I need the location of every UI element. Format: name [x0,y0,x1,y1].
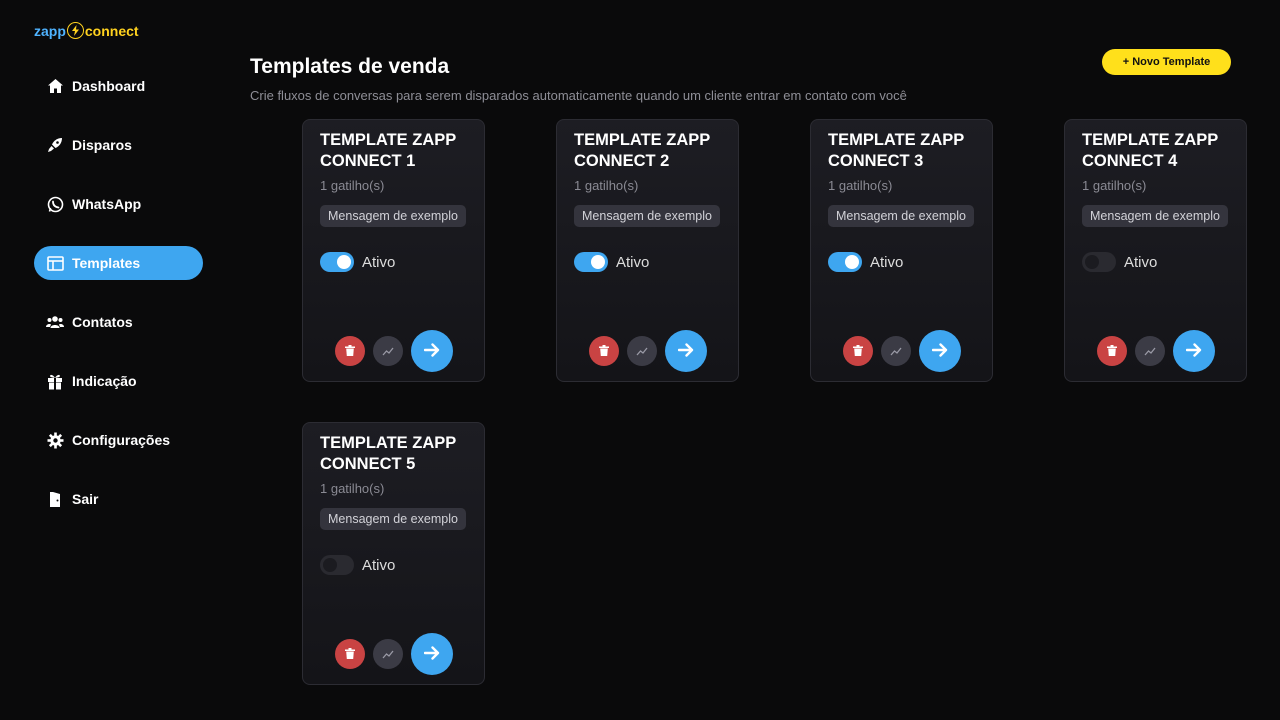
rocket-icon [46,136,64,154]
template-message-chip: Mensagem de exemplo [320,205,466,227]
open-template-button[interactable] [918,330,961,372]
template-card: TEMPLATE ZAPP CONNECT 3 1 gatilho(s) Men… [810,119,993,382]
sidebar-item-label: Templates [72,255,141,271]
toggle-label: Ativo [870,253,904,271]
open-template-button[interactable] [410,633,453,675]
trash-icon [344,647,355,662]
template-trigger-count: 1 gatilho(s) [320,481,385,496]
stats-button[interactable] [372,336,403,366]
trend-icon [890,344,902,359]
sidebar-item-indicacao[interactable]: Indicação [34,364,203,398]
page-title: Templates de venda [250,55,450,78]
open-template-button[interactable] [1172,330,1215,372]
gift-icon [46,372,64,390]
active-toggle[interactable] [320,252,354,272]
open-template-button[interactable] [664,330,707,372]
delete-button[interactable] [842,336,873,366]
stats-button[interactable] [626,336,657,366]
sidebar-nav: Dashboard Disparos WhatsApp Templates Co… [34,69,203,541]
sidebar-item-templates[interactable]: Templates [34,246,203,280]
active-toggle[interactable] [320,555,354,575]
trash-icon [1106,344,1117,359]
sidebar-item-label: Configurações [72,432,171,448]
template-trigger-count: 1 gatilho(s) [1082,178,1147,193]
template-message-chip: Mensagem de exemplo [828,205,974,227]
toggle-label: Ativo [362,253,396,271]
toggle-label: Ativo [362,556,396,574]
brand-logo-part1: zapp [34,22,66,39]
stats-button[interactable] [880,336,911,366]
template-card: TEMPLATE ZAPP CONNECT 4 1 gatilho(s) Men… [1064,119,1247,382]
template-card: TEMPLATE ZAPP CONNECT 2 1 gatilho(s) Men… [556,119,739,382]
template-card: TEMPLATE ZAPP CONNECT 1 1 gatilho(s) Men… [302,119,485,382]
bolt-icon [66,22,84,39]
sidebar-item-label: Indicação [72,373,137,389]
door-icon [46,490,64,508]
template-title: TEMPLATE ZAPP CONNECT 5 [320,434,456,473]
sidebar-item-label: Sair [72,491,99,507]
toggle-label: Ativo [616,253,650,271]
arrow-right-icon [1185,342,1202,360]
template-message-chip: Mensagem de exemplo [1082,205,1228,227]
gear-icon [46,431,64,449]
template-card: TEMPLATE ZAPP CONNECT 5 1 gatilho(s) Men… [302,422,485,685]
template-trigger-count: 1 gatilho(s) [320,178,385,193]
sidebar-item-sair[interactable]: Sair [34,482,203,516]
brand-logo: zapp connect [34,22,139,39]
template-title: TEMPLATE ZAPP CONNECT 3 [828,131,964,170]
template-title: TEMPLATE ZAPP CONNECT 1 [320,131,456,170]
delete-button[interactable] [1096,336,1127,366]
active-toggle[interactable] [574,252,608,272]
sidebar-item-disparos[interactable]: Disparos [34,128,203,162]
trash-icon [344,344,355,359]
template-trigger-count: 1 gatilho(s) [574,178,639,193]
page-subtitle: Crie fluxos de conversas para serem disp… [250,88,907,103]
trend-icon [1144,344,1156,359]
delete-button[interactable] [334,336,365,366]
template-title: TEMPLATE ZAPP CONNECT 4 [1082,131,1218,170]
sidebar-item-contatos[interactable]: Contatos [34,305,203,339]
sidebar-item-label: Disparos [72,137,132,153]
sidebar-item-whatsapp[interactable]: WhatsApp [34,187,203,221]
whatsapp-icon [46,195,64,213]
sidebar-item-configuracoes[interactable]: Configurações [34,423,203,457]
active-toggle[interactable] [828,252,862,272]
template-message-chip: Mensagem de exemplo [320,508,466,530]
arrow-right-icon [423,342,440,360]
arrow-right-icon [423,645,440,663]
sidebar-item-label: WhatsApp [72,196,142,212]
template-trigger-count: 1 gatilho(s) [828,178,893,193]
arrow-right-icon [931,342,948,360]
open-template-button[interactable] [410,330,453,372]
delete-button[interactable] [588,336,619,366]
new-template-button[interactable]: + Novo Template [1102,49,1231,75]
home-icon [46,77,64,95]
toggle-label: Ativo [1124,253,1158,271]
trend-icon [636,344,648,359]
stats-button[interactable] [372,639,403,669]
brand-logo-part2: connect [84,22,139,39]
users-icon [46,313,64,331]
arrow-right-icon [677,342,694,360]
stats-button[interactable] [1134,336,1165,366]
sidebar-item-dashboard[interactable]: Dashboard [34,69,203,103]
delete-button[interactable] [334,639,365,669]
trend-icon [382,647,394,662]
template-message-chip: Mensagem de exemplo [574,205,720,227]
active-toggle[interactable] [1082,252,1116,272]
trash-icon [852,344,863,359]
sidebar-item-label: Dashboard [72,78,146,94]
trend-icon [382,344,394,359]
sidebar-item-label: Contatos [72,314,133,330]
trash-icon [598,344,609,359]
template-title: TEMPLATE ZAPP CONNECT 2 [574,131,710,170]
template-icon [46,254,64,272]
